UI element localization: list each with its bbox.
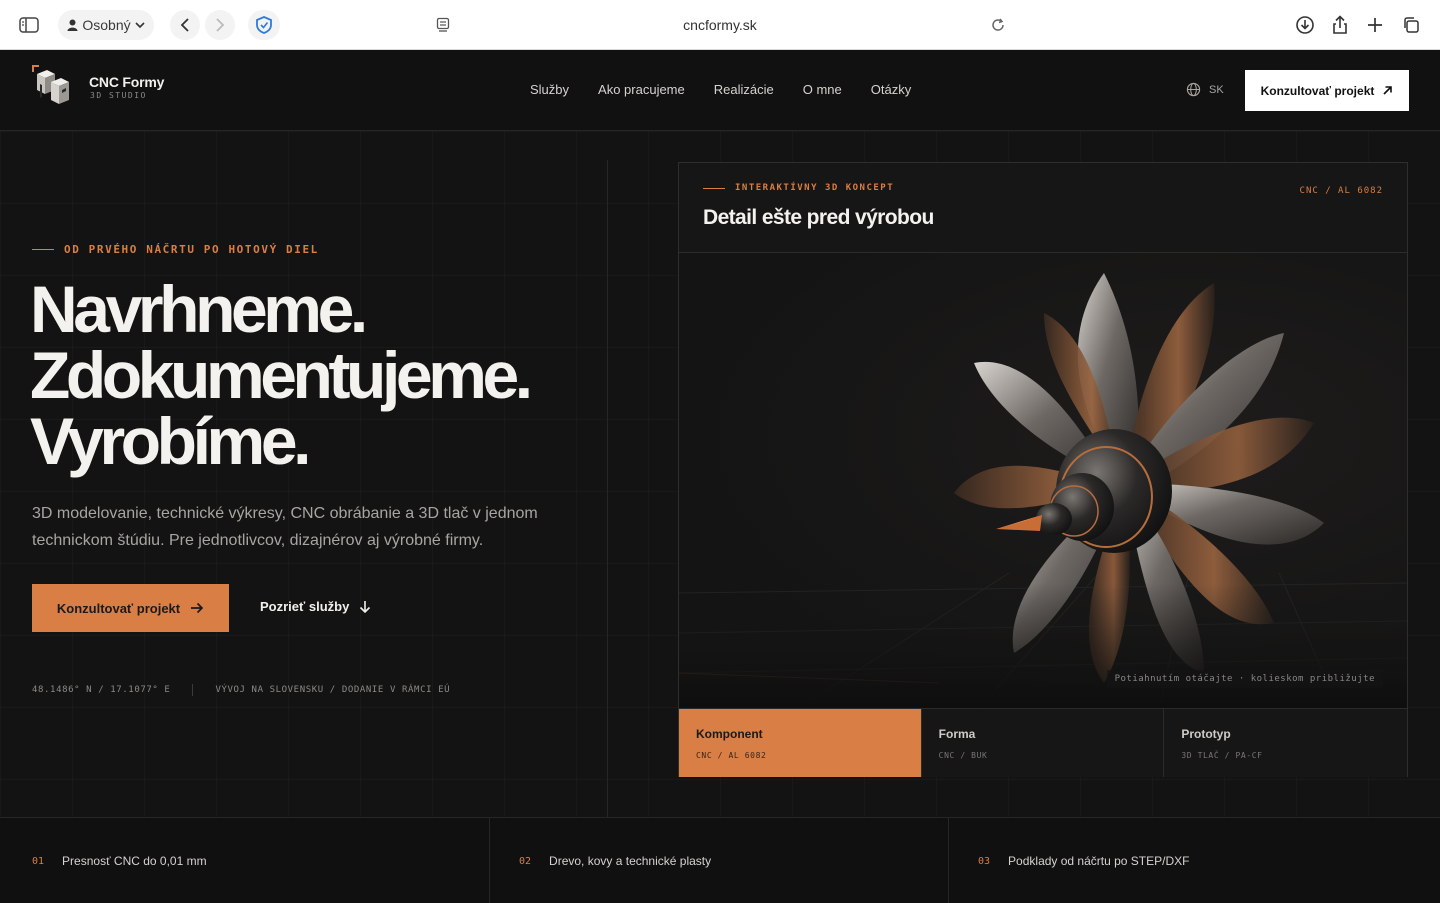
turbine-render bbox=[679, 273, 1407, 708]
tab-komponent[interactable]: Komponent CNC / AL 6082 bbox=[679, 709, 922, 777]
tab-forma[interactable]: Forma CNC / BUK bbox=[921, 709, 1165, 777]
hero-headline: Navrhneme. Zdokumentujeme. Vyrobíme. bbox=[30, 272, 533, 478]
feature-text: Presnosť CNC do 0,01 mm bbox=[62, 854, 207, 868]
headline-line-3: Vyrobíme. bbox=[30, 404, 311, 478]
feature-item: 02 Drevo, kovy a technické plasty bbox=[490, 818, 949, 903]
eyebrow-text: OD PRVÉHO NÁČRTU PO HOTOVÝ DIEL bbox=[64, 243, 319, 256]
address-bar[interactable]: cncformy.sk bbox=[460, 10, 980, 40]
language-label: SK bbox=[1209, 83, 1224, 96]
feature-number: 02 bbox=[519, 855, 532, 867]
chevron-left-icon bbox=[180, 18, 189, 32]
viewport-hint: Potiahnutím otáčajte · kolieskom približ… bbox=[1106, 670, 1383, 688]
hero-eyebrow: OD PRVÉHO NÁČRTU PO HOTOVÝ DIEL bbox=[32, 243, 319, 256]
site-header: CNC Formy 3D STUDIO Služby Ako pracujeme… bbox=[0, 50, 1440, 131]
consult-button-hero[interactable]: Konzultovať projekt bbox=[32, 584, 229, 632]
tab-sublabel: CNC / BUK bbox=[938, 751, 988, 760]
tab-overview-icon[interactable] bbox=[1396, 10, 1426, 40]
chevron-down-icon bbox=[135, 22, 145, 29]
coordinates: 48.1486° N / 17.1077° E bbox=[32, 685, 171, 695]
card-eyebrow-text: INTERAKTÍVNY 3D KONCEPT bbox=[735, 183, 895, 193]
card-eyebrow-line bbox=[703, 187, 725, 189]
tab-label: Prototyp bbox=[1181, 727, 1231, 741]
consult-button-hero-label: Konzultovať projekt bbox=[56, 600, 181, 616]
tab-label: Forma bbox=[938, 727, 976, 741]
logo[interactable] bbox=[31, 64, 75, 108]
chevron-right-icon bbox=[216, 18, 225, 32]
card-header: INTERAKTÍVNY 3D KONCEPT CNC / AL 6082 De… bbox=[679, 163, 1407, 253]
arrow-down-icon bbox=[360, 600, 371, 613]
nav-item-realizacie[interactable]: Realizácie bbox=[714, 82, 774, 97]
language-switcher[interactable]: SK bbox=[1186, 82, 1224, 97]
feature-number: 03 bbox=[978, 855, 991, 867]
tab-prototyp[interactable]: Prototyp 3D TLAČ / PA-CF bbox=[1164, 709, 1408, 777]
new-tab-icon[interactable] bbox=[1360, 10, 1390, 40]
feature-text: Drevo, kovy a technické plasty bbox=[549, 854, 712, 868]
tab-label: Komponent bbox=[696, 727, 763, 741]
feature-item: 03 Podklady od náčrtu po STEP/DXF bbox=[949, 818, 1440, 903]
brand-name: CNC Formy bbox=[89, 74, 165, 90]
view-services-button[interactable]: Pozrieť služby bbox=[260, 599, 371, 614]
card-material-code: CNC / AL 6082 bbox=[1299, 186, 1383, 196]
tab-sublabel: CNC / AL 6082 bbox=[696, 751, 767, 760]
concept-card: INTERAKTÍVNY 3D KONCEPT CNC / AL 6082 De… bbox=[678, 162, 1408, 777]
shield-icon bbox=[256, 16, 272, 34]
download-icon[interactable] bbox=[1290, 10, 1320, 40]
share-icon[interactable] bbox=[1325, 10, 1355, 40]
headline-line-1: Navrhneme. bbox=[30, 272, 368, 346]
hero-meta: 48.1486° N / 17.1077° E VÝVOJ NA SLOVENS… bbox=[32, 684, 450, 696]
feature-number: 01 bbox=[32, 855, 45, 867]
back-button[interactable] bbox=[170, 10, 200, 40]
globe-icon bbox=[1186, 82, 1201, 97]
hero-divider bbox=[607, 160, 608, 817]
reload-icon[interactable] bbox=[983, 10, 1013, 40]
3d-viewport[interactable]: Potiahnutím otáčajte · kolieskom približ… bbox=[679, 253, 1407, 708]
nav-item-o-mne[interactable]: O mne bbox=[803, 82, 842, 97]
feature-strip: 01 Presnosť CNC do 0,01 mm 02 Drevo, kov… bbox=[0, 817, 1440, 903]
reader-icon[interactable] bbox=[428, 10, 458, 40]
arrow-right-icon bbox=[191, 602, 204, 614]
feature-item: 01 Presnosť CNC do 0,01 mm bbox=[0, 818, 490, 903]
consult-button-label: Konzultovať projekt bbox=[1260, 83, 1375, 98]
nav-item-sluzby[interactable]: Služby bbox=[530, 82, 569, 97]
hero-lead: 3D modelovanie, technické výkresy, CNC o… bbox=[32, 505, 538, 549]
arrow-up-right-icon bbox=[1383, 86, 1393, 95]
privacy-shield-button[interactable] bbox=[248, 10, 280, 40]
browser-toolbar: Osobný cncformy.sk bbox=[0, 0, 1440, 50]
tab-sublabel: 3D TLAČ / PA-CF bbox=[1181, 751, 1263, 760]
view-services-label: Pozrieť služby bbox=[260, 599, 350, 614]
feature-text: Podklady od náčrtu po STEP/DXF bbox=[1008, 854, 1190, 868]
forward-button[interactable] bbox=[205, 10, 235, 40]
meta-separator bbox=[192, 684, 194, 696]
nav-item-ako-pracujeme[interactable]: Ako pracujeme bbox=[598, 82, 685, 97]
person-icon bbox=[67, 19, 78, 31]
card-eyebrow: INTERAKTÍVNY 3D KONCEPT bbox=[703, 183, 894, 193]
consult-button-header[interactable]: Konzultovať projekt bbox=[1245, 70, 1409, 111]
profile-label: Osobný bbox=[82, 17, 131, 33]
card-title: Detail ešte pred výrobou bbox=[703, 206, 934, 229]
main-nav: Služby Ako pracujeme Realizácie O mne Ot… bbox=[530, 82, 911, 97]
sidebar-toggle-icon[interactable] bbox=[14, 10, 44, 40]
eyebrow-line bbox=[32, 249, 54, 250]
headline-line-2: Zdokumentujeme. bbox=[30, 338, 533, 412]
meta-text: VÝVOJ NA SLOVENSKU / DODANIE V RÁMCI EÚ bbox=[215, 685, 451, 695]
material-tabs: Komponent CNC / AL 6082 Forma CNC / BUK … bbox=[679, 708, 1408, 777]
profile-button[interactable]: Osobný bbox=[58, 10, 154, 40]
url-text: cncformy.sk bbox=[683, 17, 757, 33]
brand-subtitle: 3D STUDIO bbox=[90, 91, 147, 100]
nav-item-otazky[interactable]: Otázky bbox=[871, 82, 911, 97]
